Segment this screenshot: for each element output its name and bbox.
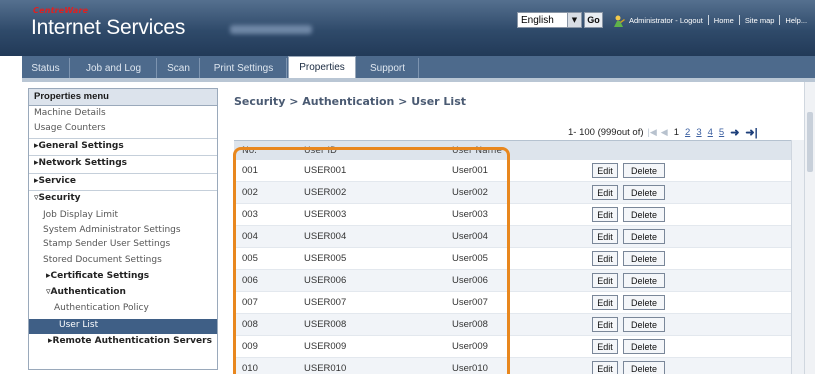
tab-print-settings[interactable]: Print Settings <box>201 58 287 78</box>
first-page-icon: |◀ <box>647 127 657 137</box>
divider <box>738 15 740 25</box>
prev-page-icon: ◀ <box>660 127 668 137</box>
go-button[interactable]: Go <box>584 12 603 28</box>
device-name-redacted <box>230 25 312 34</box>
last-page-icon[interactable]: ➜| <box>745 126 757 139</box>
pager-range: 1- 100 (999out of) <box>568 127 644 138</box>
administrator-icon <box>614 15 625 27</box>
site-map-link[interactable]: Site map <box>745 16 775 25</box>
edit-button[interactable]: Edit <box>592 317 618 332</box>
edit-button[interactable]: Edit <box>592 273 618 288</box>
home-link[interactable]: Home <box>714 16 734 25</box>
divider <box>779 15 781 25</box>
edit-button[interactable]: Edit <box>592 251 618 266</box>
menu-item-service[interactable]: ▸Service <box>29 173 217 189</box>
menu-item-remote-authentication-servers[interactable]: ▸Remote Authentication Servers <box>29 336 217 346</box>
tab-status[interactable]: Status <box>22 58 70 78</box>
delete-button[interactable]: Delete <box>623 295 665 310</box>
delete-button[interactable]: Delete <box>623 317 665 332</box>
delete-button[interactable]: Delete <box>623 207 665 222</box>
menu-item-network-settings[interactable]: ▸Network Settings <box>29 155 217 171</box>
menu-item-certificate-settings[interactable]: ▸Certificate Settings <box>29 271 217 281</box>
breadcrumb: Security > Authentication > User List <box>234 95 467 108</box>
page-scrollbar[interactable] <box>804 82 815 374</box>
highlight-box <box>233 147 510 374</box>
menu-item-authentication[interactable]: ▿Authentication <box>29 287 217 297</box>
edit-button[interactable]: Edit <box>592 339 618 354</box>
next-page-icon[interactable]: ➜ <box>730 126 739 139</box>
language-select[interactable]: English ▼ <box>517 12 582 28</box>
top-links: Administrator - Logout Home Site map Hel… <box>629 15 807 25</box>
logout-link[interactable]: Administrator - Logout <box>629 16 703 25</box>
menu-title: Properties menu <box>29 89 217 106</box>
tab-support[interactable]: Support <box>357 58 419 78</box>
delete-button[interactable]: Delete <box>623 185 665 200</box>
menu-item-stored-document-settings[interactable]: Stored Document Settings <box>29 255 217 265</box>
brand-logo-small: CentreWare <box>33 6 89 15</box>
menu-item-usage-counters[interactable]: Usage Counters <box>29 123 217 133</box>
delete-button[interactable]: Delete <box>623 229 665 244</box>
table-scrollbar[interactable] <box>791 140 804 374</box>
menu-item-authentication-policy[interactable]: Authentication Policy <box>29 303 217 313</box>
delete-button[interactable]: Delete <box>623 273 665 288</box>
current-page: 1 <box>673 127 680 138</box>
tab-properties[interactable]: Properties <box>288 56 356 78</box>
delete-button[interactable]: Delete <box>623 361 665 374</box>
page-link[interactable]: 2 <box>685 127 690 138</box>
menu-item-user-list[interactable]: User List <box>29 319 217 334</box>
edit-button[interactable]: Edit <box>592 295 618 310</box>
chevron-down-icon[interactable]: ▼ <box>567 13 581 27</box>
menu-item-security[interactable]: ▿Security <box>29 190 217 206</box>
edit-button[interactable]: Edit <box>592 207 618 222</box>
page-link[interactable]: 3 <box>696 127 701 138</box>
pager: 1- 100 (999out of) |◀ ◀ 1 2 3 4 5 ➜ ➜| <box>568 126 758 139</box>
menu-item-job-display-limit[interactable]: Job Display Limit <box>29 210 217 220</box>
menu-item-general-settings[interactable]: ▸General Settings <box>29 138 217 154</box>
brand-title: Internet Services <box>31 16 186 39</box>
edit-button[interactable]: Edit <box>592 163 618 178</box>
edit-button[interactable]: Edit <box>592 229 618 244</box>
delete-button[interactable]: Delete <box>623 163 665 178</box>
menu-item-system-administrator-settings[interactable]: System Administrator Settings <box>29 225 217 235</box>
language-value: English <box>521 14 554 26</box>
properties-menu: Properties menu Machine Details Usage Co… <box>28 88 218 370</box>
delete-button[interactable]: Delete <box>623 339 665 354</box>
menu-item-machine-details[interactable]: Machine Details <box>29 108 217 118</box>
scrollbar-thumb[interactable] <box>807 112 813 172</box>
page-link[interactable]: 5 <box>719 127 724 138</box>
edit-button[interactable]: Edit <box>592 185 618 200</box>
help-link[interactable]: Help... <box>785 16 807 25</box>
page-link[interactable]: 4 <box>708 127 713 138</box>
edit-button[interactable]: Edit <box>592 361 618 374</box>
tab-job-and-log[interactable]: Job and Log <box>71 58 157 78</box>
menu-item-stamp-sender-user-settings[interactable]: Stamp Sender User Settings <box>29 239 217 249</box>
tab-scan[interactable]: Scan <box>158 58 200 78</box>
delete-button[interactable]: Delete <box>623 251 665 266</box>
divider <box>707 15 709 25</box>
tab-underline <box>22 78 815 82</box>
